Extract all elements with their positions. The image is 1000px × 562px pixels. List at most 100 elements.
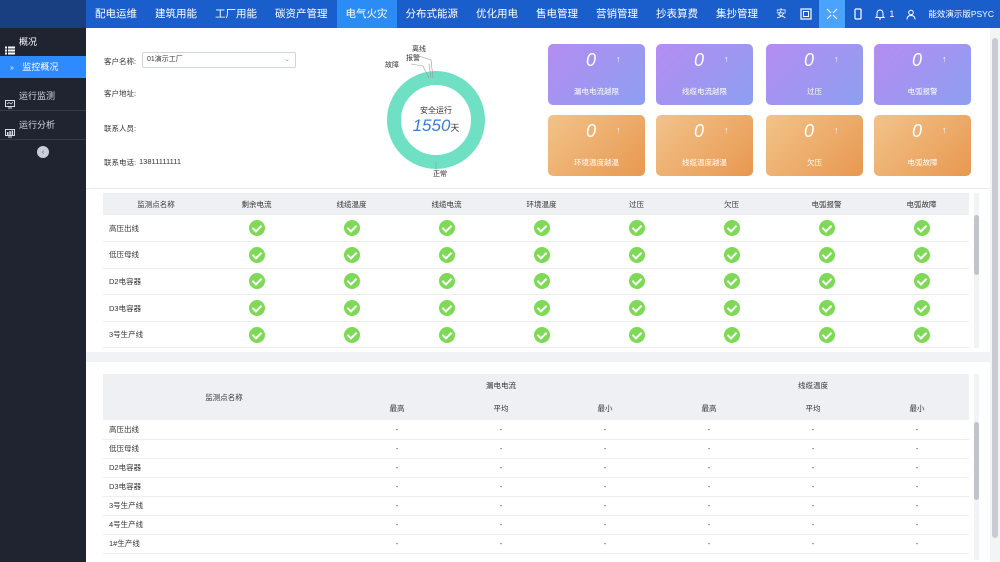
sidebar-item-label: 监控概况: [22, 62, 59, 72]
sidebar-item-label: 运行监测: [19, 91, 56, 101]
table-row: 3号生产线 - - - - - -: [103, 496, 969, 516]
nav-item[interactable]: 工厂用能: [206, 0, 266, 28]
alarm-card[interactable]: 0 ↑ 线缆温度越温: [656, 115, 753, 176]
status-cell: [304, 321, 399, 349]
status-table-body: 高压出线 低压母线 D2电容器 D3电容器 3号生产线: [103, 215, 969, 349]
alarm-card-label: 过压: [807, 87, 822, 96]
alarm-card-label: 电弧故障: [907, 158, 938, 167]
sidebar-item-monitor-overview[interactable]: » 监控概况: [0, 56, 86, 78]
nav-item[interactable]: 售电管理: [527, 0, 587, 28]
sidebar-collapse-icon[interactable]: ‹: [37, 146, 49, 158]
stats-cell: -: [865, 458, 969, 478]
status-cell: [399, 294, 494, 322]
status-cell: [684, 268, 779, 296]
alarm-card-value: 0: [912, 121, 923, 141]
user-avatar-icon[interactable]: [898, 0, 924, 28]
status-table-scrollbar[interactable]: [974, 193, 979, 348]
check-icon: [628, 326, 645, 343]
sidebar-item-runtime-monitor[interactable]: 运行监测: [0, 82, 86, 110]
donut-label-fault: 故障: [385, 62, 399, 69]
stats-cell: -: [761, 439, 865, 459]
arrow-up-icon: ↑: [942, 54, 947, 64]
stats-cell: -: [345, 515, 449, 535]
alarm-card-label: 环境温度越温: [574, 158, 619, 167]
customer-select-value: 01演示工厂: [147, 56, 183, 63]
fullscreen-icon[interactable]: [793, 0, 819, 28]
nav-item[interactable]: 碳资产管理: [266, 0, 337, 28]
monitor-icon: [5, 92, 15, 108]
stats-panel: 监测点名称 漏电电流 线缆温度 最高 平均 最小 最高 平均 最小 高压出线 - - - - - - 低…: [86, 362, 990, 562]
check-icon: [723, 273, 740, 290]
alarm-card[interactable]: 0 ↑ 电弧报警: [874, 44, 971, 105]
page-scrollbar[interactable]: [990, 28, 1000, 562]
scrollbar-thumb[interactable]: [974, 422, 979, 500]
nav-item[interactable]: 电气火灾: [336, 0, 397, 28]
status-cell: [304, 268, 399, 296]
alarm-card-value: 0: [694, 50, 705, 70]
stats-table-group-header: 监测点名称 漏电电流 线缆温度: [103, 374, 969, 420]
alarm-card-value: 0: [804, 121, 815, 141]
check-icon: [343, 326, 360, 343]
alarm-card[interactable]: 0 ↑ 环境温度越温: [548, 115, 645, 176]
stats-table-body: 高压出线 - - - - - - 低压母线 - - - - - - D2电容器 - - - - - - D3电容器 - - - -…: [103, 420, 969, 554]
status-cell: [399, 321, 494, 349]
table-row: D3电容器 - - - - - -: [103, 477, 969, 497]
status-cell: [779, 268, 874, 296]
status-col-header: 电弧故障: [874, 193, 969, 215]
status-cell: [209, 268, 304, 296]
table-row: D3电容器: [103, 294, 969, 322]
alarm-card[interactable]: 0 ↑ 电弧故障: [874, 115, 971, 176]
table-row: 3号生产线: [103, 321, 969, 349]
arrow-up-icon: ↑: [724, 125, 729, 135]
status-col-header: 过压: [589, 193, 684, 215]
status-col-header: 线缆电流: [399, 193, 494, 215]
stats-cell: -: [865, 439, 969, 459]
alarm-card[interactable]: 0 ↑ 欠压: [766, 115, 863, 176]
expand-icon[interactable]: [819, 0, 846, 28]
arrow-up-icon: ↑: [724, 54, 729, 64]
nav-item[interactable]: 建筑用能: [146, 0, 206, 28]
scrollbar-thumb[interactable]: [974, 215, 979, 275]
donut-center: 安全运行 1550天: [394, 105, 478, 136]
stats-cell: -: [449, 458, 553, 478]
nav-item[interactable]: 优化用电: [467, 0, 527, 28]
status-cell: [494, 215, 589, 243]
check-icon: [438, 300, 455, 317]
mobile-icon[interactable]: [845, 0, 871, 28]
check-icon: [818, 326, 835, 343]
nav-item[interactable]: 抄表算费: [647, 0, 707, 28]
check-icon: [343, 246, 360, 263]
stats-cell: -: [657, 477, 761, 497]
stats-cell: -: [865, 420, 969, 440]
check-icon: [913, 326, 930, 343]
nav-item[interactable]: 配电运维: [86, 0, 146, 28]
alarm-card-label: 电弧报警: [907, 87, 938, 96]
sidebar-item-label: 运行分析: [19, 120, 56, 130]
stats-cell: -: [553, 420, 657, 440]
user-name[interactable]: 能效演示版PSYC: [928, 8, 994, 20]
status-cell: [589, 215, 684, 243]
monitor-point-name: 4号生产线: [103, 515, 345, 535]
notification-count: 1: [889, 9, 895, 19]
check-icon: [343, 300, 360, 317]
nav-item[interactable]: 分布式能源: [397, 0, 468, 28]
customer-select[interactable]: 01演示工厂 ⌄: [142, 52, 296, 68]
nav-item[interactable]: 安: [767, 0, 796, 28]
status-cell: [779, 215, 874, 243]
sidebar-item-runtime-analysis[interactable]: 运行分析: [0, 111, 86, 139]
stats-table-scrollbar[interactable]: [974, 374, 979, 560]
check-icon: [248, 326, 265, 343]
status-cell: [874, 241, 969, 269]
page-scrollbar-thumb[interactable]: [992, 38, 998, 538]
stats-sub-header: 最小: [553, 397, 657, 420]
alarm-card[interactable]: 0 ↑ 过压: [766, 44, 863, 105]
status-cell: [209, 321, 304, 349]
bell-icon[interactable]: 1: [871, 0, 898, 28]
alarm-card[interactable]: 0 ↑ 线缆电流越限: [656, 44, 753, 105]
stats-sub-header: 平均: [761, 397, 865, 420]
nav-item[interactable]: 营销管理: [587, 0, 647, 28]
donut-title: 安全运行: [420, 106, 452, 115]
alarm-card[interactable]: 0 ↑ 漏电电流越限: [548, 44, 645, 105]
nav-item[interactable]: 集抄管理: [707, 0, 767, 28]
sidebar-section-overview[interactable]: 概况: [0, 28, 86, 56]
